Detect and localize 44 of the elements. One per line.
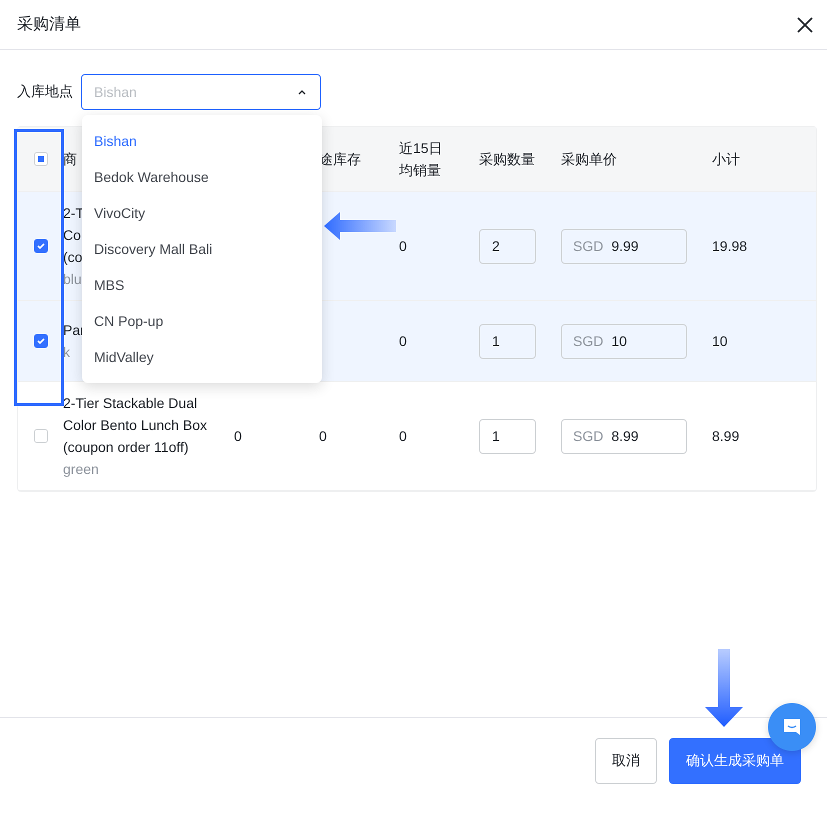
down-arrow-icon xyxy=(705,649,743,727)
column-header: 小计 xyxy=(712,150,740,169)
product-name: 2-T Co (co xyxy=(63,204,84,267)
checkbox[interactable] xyxy=(34,239,48,253)
left-arrow-icon xyxy=(324,212,396,240)
dropdown-option[interactable]: Bedok Warehouse xyxy=(82,159,322,195)
column-header: 近15日均销量 xyxy=(399,139,444,180)
chat-icon xyxy=(781,716,803,738)
price-input[interactable]: SGD 9.99 xyxy=(561,228,687,264)
dropdown-option[interactable]: MidValley xyxy=(82,339,322,375)
quantity-input[interactable]: 1 xyxy=(479,418,536,454)
price-input[interactable]: SGD 8.99 xyxy=(561,418,687,454)
table-cell-text: 10 xyxy=(712,332,728,351)
column-header: 采购单价 xyxy=(561,150,617,169)
dropdown-option[interactable]: Bishan xyxy=(82,123,322,159)
table-cell-text: 0 xyxy=(399,237,407,256)
checkbox[interactable] xyxy=(34,334,48,348)
quantity-input[interactable]: 1 xyxy=(479,324,536,358)
column-header: 采购数量 xyxy=(479,150,535,169)
table-cell-text: 8.99 xyxy=(712,427,740,446)
product-variant: k xyxy=(63,343,71,362)
dropdown-option[interactable]: MBS xyxy=(82,267,322,303)
confirm-button[interactable]: 确认生成采购单 xyxy=(669,738,801,784)
price-input[interactable]: SGD 10 xyxy=(561,324,687,358)
dialog-title: 采购清单 xyxy=(17,14,81,35)
dropdown-option[interactable]: CN Pop-up xyxy=(82,303,322,339)
product-variant: green xyxy=(63,460,100,479)
cancel-button[interactable]: 取消 xyxy=(595,738,657,784)
check-icon xyxy=(36,336,46,346)
quantity-input[interactable]: 2 xyxy=(479,228,536,264)
table-cell-text: 19.98 xyxy=(712,237,748,256)
check-icon xyxy=(36,241,46,251)
product-name: 2-Tier Stackable Dual Color Bento Lunch Box (coupon order 11off) xyxy=(63,394,207,457)
field-label: 入库地点 xyxy=(17,83,73,101)
table-cell-text: 0 xyxy=(319,427,327,446)
dropdown-option[interactable]: VivoCity xyxy=(82,195,322,231)
chat-button[interactable] xyxy=(768,703,816,751)
dropdown-option[interactable]: Discovery Mall Bali xyxy=(82,231,322,267)
product-variant: blu xyxy=(63,270,83,289)
table-cell-text: 0 xyxy=(234,427,242,446)
table-cell-text: 0 xyxy=(399,427,407,446)
table-cell-text: 0 xyxy=(399,332,407,351)
column-header: 商 xyxy=(63,150,77,169)
close-icon[interactable] xyxy=(795,14,815,34)
